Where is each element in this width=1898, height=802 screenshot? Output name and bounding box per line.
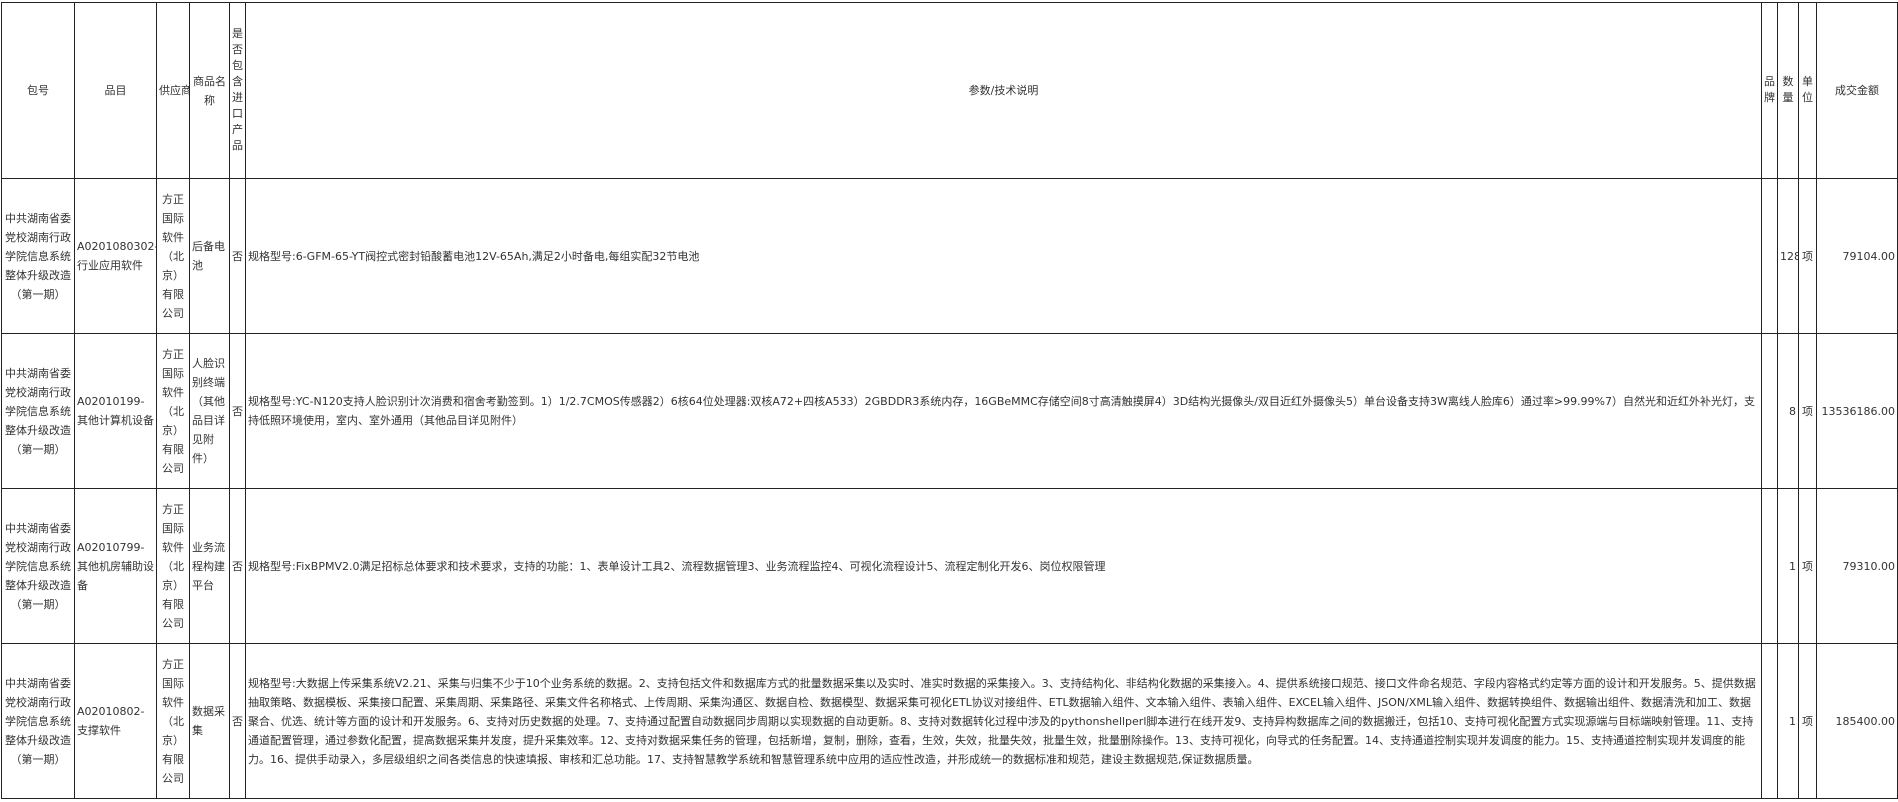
product-name-cell: 业务流程构建平台 (189, 488, 230, 644)
item-cell: A02010799-其他机房辅助设备 (74, 488, 157, 644)
table-row: 中共湖南省委党校湖南行政学院信息系统整体升级改造（第一期） A02010802-… (1, 643, 1898, 799)
table-row: 中共湖南省委党校湖南行政学院信息系统整体升级改造（第一期） A02010199-… (1, 333, 1898, 489)
brand-cell (1761, 488, 1778, 644)
amount-cell: 13536186.00 (1816, 333, 1898, 489)
item-cell: A02010199-其他计算机设备 (74, 333, 157, 489)
package-cell: 中共湖南省委党校湖南行政学院信息系统整体升级改造（第一期） (1, 178, 75, 334)
header-brand: 品牌 (1761, 2, 1778, 179)
header-import: 是否包含进口产品 (229, 2, 246, 179)
table-row: 中共湖南省委党校湖南行政学院信息系统整体升级改造（第一期） A02010799-… (1, 488, 1898, 644)
supplier-cell: 方正国际软件（北京）有限公司 (156, 488, 190, 644)
spec-cell: 规格型号:FixBPMV2.0满足招标总体要求和技术要求，支持的功能：1、表单设… (245, 488, 1762, 644)
item-cell: A0201080302-行业应用软件 (74, 178, 157, 334)
amount-cell: 185400.00 (1816, 643, 1898, 799)
unit-cell: 项 (1798, 178, 1817, 334)
header-item: 品目 (74, 2, 157, 179)
supplier-cell: 方正国际软件（北京）有限公司 (156, 643, 190, 799)
item-cell: A02010802-支撑软件 (74, 643, 157, 799)
brand-cell (1761, 333, 1778, 489)
import-cell: 否 (229, 643, 246, 799)
results-table: 包号 品目 供应商 商品名称 是否包含进口产品 参数/技术说明 品牌 数量 单位… (1, 2, 1898, 799)
header-row: 包号 品目 供应商 商品名称 是否包含进口产品 参数/技术说明 品牌 数量 单位… (1, 2, 1898, 179)
header-amount: 成交金额 (1816, 2, 1898, 179)
header-supplier: 供应商 (156, 2, 190, 179)
import-cell: 否 (229, 178, 246, 334)
brand-cell (1761, 643, 1778, 799)
quantity-cell: 128 (1777, 178, 1799, 334)
header-package: 包号 (1, 2, 75, 179)
unit-cell: 项 (1798, 643, 1817, 799)
product-name-cell: 人脸识别终端（其他品目详见附件） (189, 333, 230, 489)
header-spec: 参数/技术说明 (245, 2, 1762, 179)
header-unit: 单位 (1798, 2, 1817, 179)
amount-cell: 79104.00 (1816, 178, 1898, 334)
supplier-cell: 方正国际软件（北京）有限公司 (156, 178, 190, 334)
product-name-cell: 后备电池 (189, 178, 230, 334)
supplier-cell: 方正国际软件（北京）有限公司 (156, 333, 190, 489)
spec-cell: 规格型号:大数据上传采集系统V2.21、采集与归集不少于10个业务系统的数据。2… (245, 643, 1762, 799)
spec-cell: 规格型号:YC-N120支持人脸识别计次消费和宿舍考勤签到。1）1/2.7CMO… (245, 333, 1762, 489)
spec-cell: 规格型号:6-GFM-65-YT阀控式密封铅酸蓄电池12V-65Ah,满足2小时… (245, 178, 1762, 334)
brand-cell (1761, 178, 1778, 334)
table-row: 中共湖南省委党校湖南行政学院信息系统整体升级改造（第一期） A020108030… (1, 178, 1898, 334)
import-cell: 否 (229, 488, 246, 644)
header-quantity: 数量 (1777, 2, 1799, 179)
quantity-cell: 8 (1777, 333, 1799, 489)
quantity-cell: 1 (1777, 488, 1799, 644)
unit-cell: 项 (1798, 488, 1817, 644)
package-cell: 中共湖南省委党校湖南行政学院信息系统整体升级改造（第一期） (1, 333, 75, 489)
import-cell: 否 (229, 333, 246, 489)
header-product-name: 商品名称 (189, 2, 230, 179)
package-cell: 中共湖南省委党校湖南行政学院信息系统整体升级改造（第一期） (1, 488, 75, 644)
quantity-cell: 1 (1777, 643, 1799, 799)
unit-cell: 项 (1798, 333, 1817, 489)
product-name-cell: 数据采集 (189, 643, 230, 799)
amount-cell: 79310.00 (1816, 488, 1898, 644)
package-cell: 中共湖南省委党校湖南行政学院信息系统整体升级改造（第一期） (1, 643, 75, 799)
